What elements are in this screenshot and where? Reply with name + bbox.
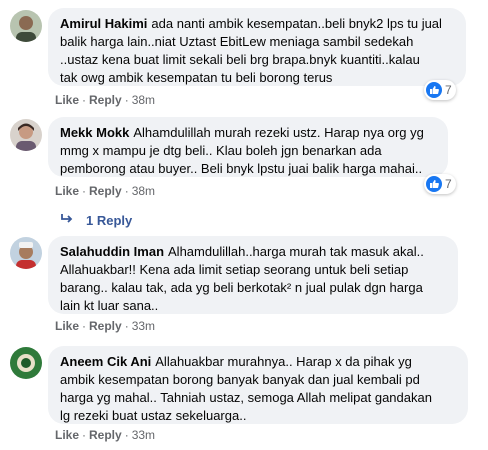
reaction-count[interactable]: 7 xyxy=(424,80,456,100)
view-replies-link[interactable]: 1 Reply xyxy=(60,212,132,228)
comment-text: mmg x mampu je dtg beli.. Klau boleh jgn… xyxy=(60,143,382,158)
comment-text: harga yg mahal.. Tahniah ustaz, semoga A… xyxy=(60,390,432,405)
separator: · xyxy=(82,428,87,442)
comment-text: barang.. kalau tak, ada yg beli berkotak… xyxy=(60,280,423,295)
reply-arrow-icon xyxy=(60,212,74,228)
comment-text: pemborong atau buyer.. Beli bnyk lpstu j… xyxy=(60,161,423,176)
avatar[interactable] xyxy=(10,237,42,269)
timestamp[interactable]: 33m xyxy=(132,428,155,442)
comment-author[interactable]: Mekk Mokk xyxy=(60,125,129,140)
reply-button[interactable]: Reply xyxy=(89,428,122,442)
thumbs-up-icon xyxy=(426,82,442,98)
avatar[interactable] xyxy=(10,119,42,151)
separator: · xyxy=(82,319,87,333)
comment-author[interactable]: Aneem Cik Ani xyxy=(60,354,151,369)
comment-bubble: Salahuddin Iman Alhamdulillah..harga mura… xyxy=(48,236,458,314)
comment-author[interactable]: Salahuddin Iman xyxy=(60,244,164,259)
avatar[interactable] xyxy=(10,10,42,42)
reply-button[interactable]: Reply xyxy=(89,319,122,333)
separator: · xyxy=(124,93,129,107)
comment-text: balik harga lain..niat Uztast EbitLew me… xyxy=(60,34,414,49)
like-button[interactable]: Like xyxy=(55,184,79,198)
separator: · xyxy=(124,428,129,442)
separator: · xyxy=(82,184,87,198)
like-button[interactable]: Like xyxy=(55,319,79,333)
like-button[interactable]: Like xyxy=(55,93,79,107)
comment-text: Allahuakbar!! Kena ada limit setiap seor… xyxy=(60,262,409,277)
separator: · xyxy=(124,184,129,198)
timestamp[interactable]: 38m xyxy=(132,184,155,198)
comment-text: lain kt luar sana.. xyxy=(60,298,159,313)
comment-bubble: Aneem Cik Ani Allahuakbar murahnya.. Hara… xyxy=(48,346,468,424)
comment-text: Allahuakbar murahnya.. Harap x da pihak … xyxy=(155,354,412,369)
timestamp[interactable]: 38m xyxy=(132,93,155,107)
comment-bubble: Amirul Hakimi ada nanti ambik kesempatan.… xyxy=(48,8,466,86)
reply-button[interactable]: Reply xyxy=(89,184,122,198)
reaction-count[interactable]: 7 xyxy=(424,174,456,194)
replies-count-label[interactable]: 1 Reply xyxy=(86,213,132,228)
comment-actions: Like · Reply · 33m xyxy=(55,318,155,334)
comment-text: Alhamdulillah..harga murah tak masuk aka… xyxy=(168,244,424,259)
comment-author[interactable]: Amirul Hakimi xyxy=(60,16,147,31)
comment-text: ..ustaz kena buat limit sekali beli brg … xyxy=(60,52,420,67)
reaction-number: 7 xyxy=(445,83,452,97)
reply-button[interactable]: Reply xyxy=(89,93,122,107)
reaction-number: 7 xyxy=(445,177,452,191)
comment-text: ada nanti ambik kesempatan..beli bnyk2 l… xyxy=(151,16,442,31)
comment-actions: Like · Reply · 38m xyxy=(55,92,155,108)
separator: · xyxy=(82,93,87,107)
comment-text: lg rezeki buat ustaz sekeluarga.. xyxy=(60,408,247,423)
thumbs-up-icon xyxy=(426,176,442,192)
comment-text: Alhamdulillah murah rezeki ustz. Harap n… xyxy=(133,125,424,140)
timestamp[interactable]: 33m xyxy=(132,319,155,333)
separator: · xyxy=(124,319,129,333)
comment-actions: Like · Reply · 38m xyxy=(55,183,155,199)
comment-bubble: Mekk Mokk Alhamdulillah murah rezeki ustz… xyxy=(48,117,448,177)
comment-text: ambik kesempatan borong banyak banyak da… xyxy=(60,372,420,387)
comment-actions: Like · Reply · 33m xyxy=(55,427,155,443)
like-button[interactable]: Like xyxy=(55,428,79,442)
comment-text: tak owg ambik kesempatan tu beli borong … xyxy=(60,70,333,85)
avatar[interactable] xyxy=(10,347,42,379)
